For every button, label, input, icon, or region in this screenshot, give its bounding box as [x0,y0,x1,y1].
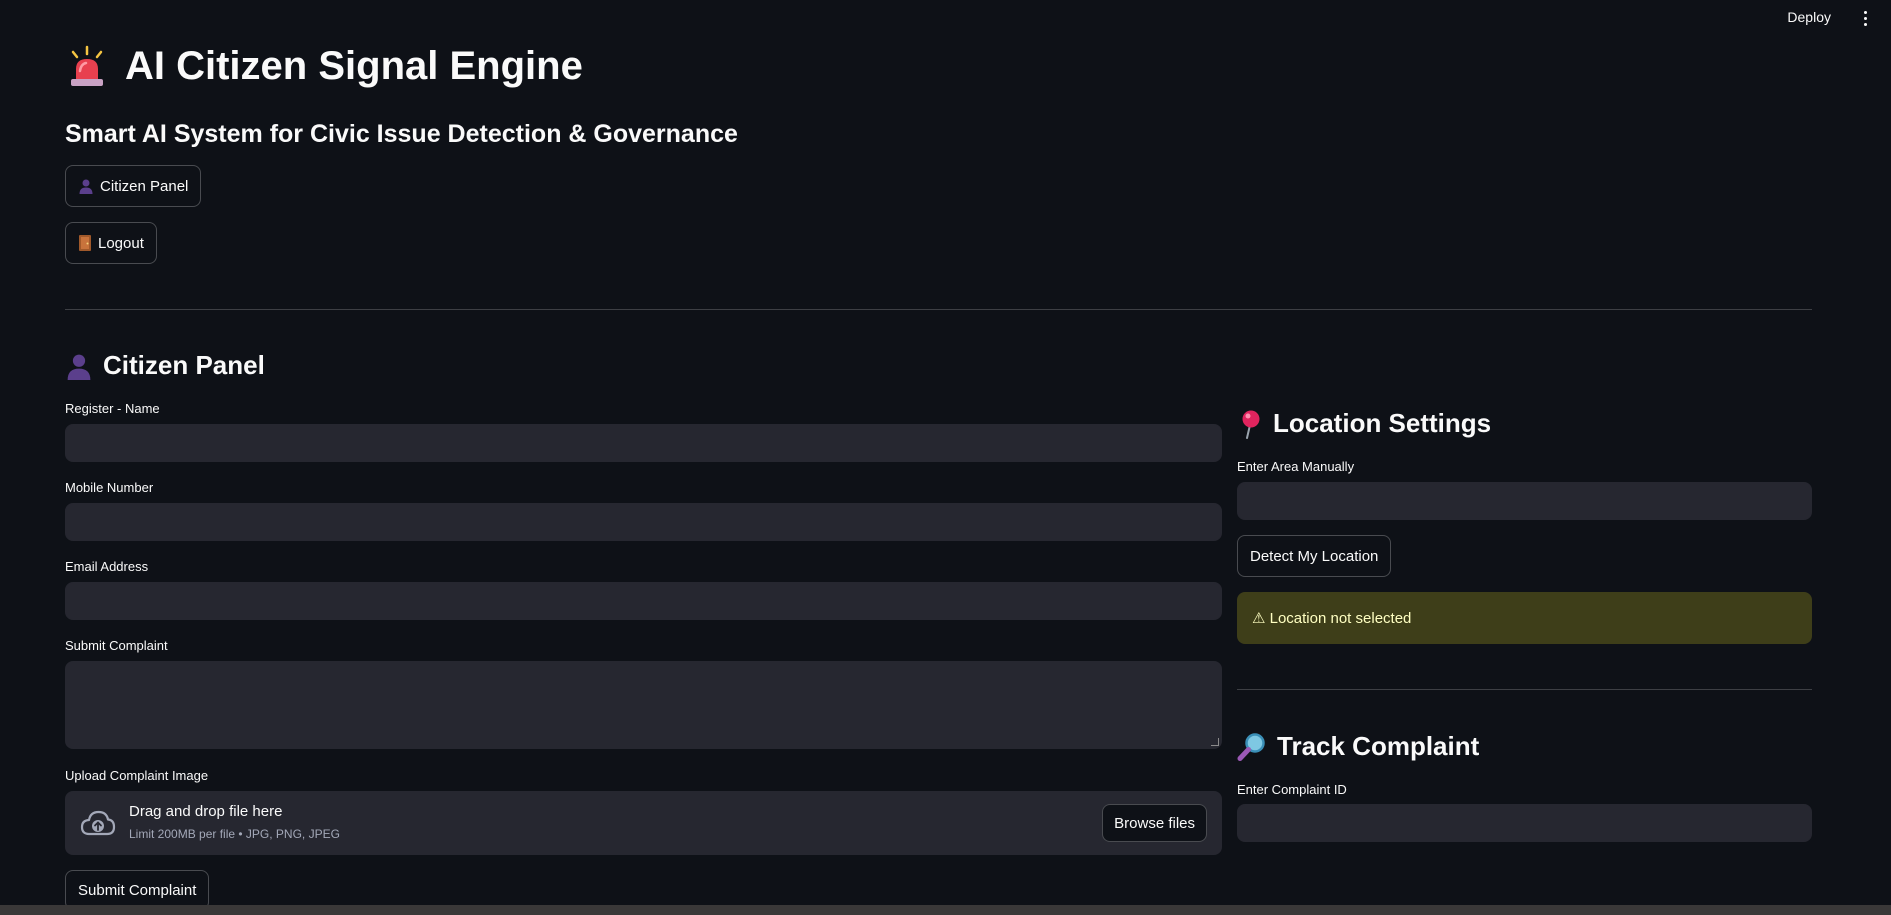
section-divider [65,309,1812,310]
warning-text: ⚠ Location not selected [1252,610,1412,627]
page-subtitle: Smart AI System for Civic Issue Detectio… [65,120,738,148]
mobile-input[interactable] [65,503,1222,541]
dropzone-title: Drag and drop file here [129,803,283,820]
logout-label: Logout [98,234,144,252]
submit-complaint-label: Submit Complaint [78,881,197,899]
dropzone-limits: Limit 200MB per file • JPG, PNG, JPEG [129,827,340,841]
window-bottom-edge [0,905,1891,915]
siren-icon [71,45,103,86]
location-warning-alert: ⚠ Location not selected [1237,592,1812,644]
track-complaint-heading-text: Track Complaint [1277,731,1480,761]
citizen-panel-button[interactable]: Citizen Panel [65,165,202,207]
deploy-button[interactable]: Deploy [1787,9,1831,25]
email-input[interactable] [65,582,1222,620]
door-icon [79,235,91,251]
magnifier-icon [1237,732,1265,761]
submit-complaint-button[interactable]: Submit Complaint [65,870,210,910]
user-silhouette-icon [79,179,93,194]
location-settings-heading: Location Settings [1237,408,1491,439]
upload-label: Upload Complaint Image [65,768,209,783]
user-silhouette-icon [67,354,91,380]
browse-files-button[interactable]: Browse files [1102,804,1207,842]
top-toolbar: Deploy [0,0,1891,36]
citizen-panel-heading-text: Citizen Panel [103,350,265,380]
mobile-label: Mobile Number [65,480,154,495]
resize-handle[interactable] [1211,738,1219,746]
detect-location-button[interactable]: Detect My Location [1237,535,1392,577]
logout-button[interactable]: Logout [65,222,157,264]
citizen-panel-heading: Citizen Panel [65,350,265,381]
right-divider [1237,689,1812,690]
citizen-panel-label: Citizen Panel [100,177,189,195]
page-header: AI Citizen Signal Engine [65,44,583,89]
complaint-id-input[interactable] [1237,804,1812,842]
detect-location-label: Detect My Location [1250,547,1379,565]
track-complaint-heading: Track Complaint [1237,731,1479,762]
complaint-textarea[interactable] [65,661,1222,749]
name-label: Register - Name [65,401,160,416]
page-title: AI Citizen Signal Engine [125,44,583,88]
email-label: Email Address [65,559,149,574]
location-settings-heading-text: Location Settings [1273,408,1492,438]
cloud-upload-icon [80,810,116,836]
area-label: Enter Area Manually [1237,459,1355,474]
complaint-label: Submit Complaint [65,638,168,653]
complaint-id-label: Enter Complaint ID [1237,782,1347,797]
name-input[interactable] [65,424,1222,462]
kebab-menu-icon[interactable] [1859,8,1871,28]
pushpin-icon [1242,410,1260,439]
file-dropzone[interactable]: Drag and drop file here Limit 200MB per … [65,791,1222,855]
area-input[interactable] [1237,482,1812,520]
